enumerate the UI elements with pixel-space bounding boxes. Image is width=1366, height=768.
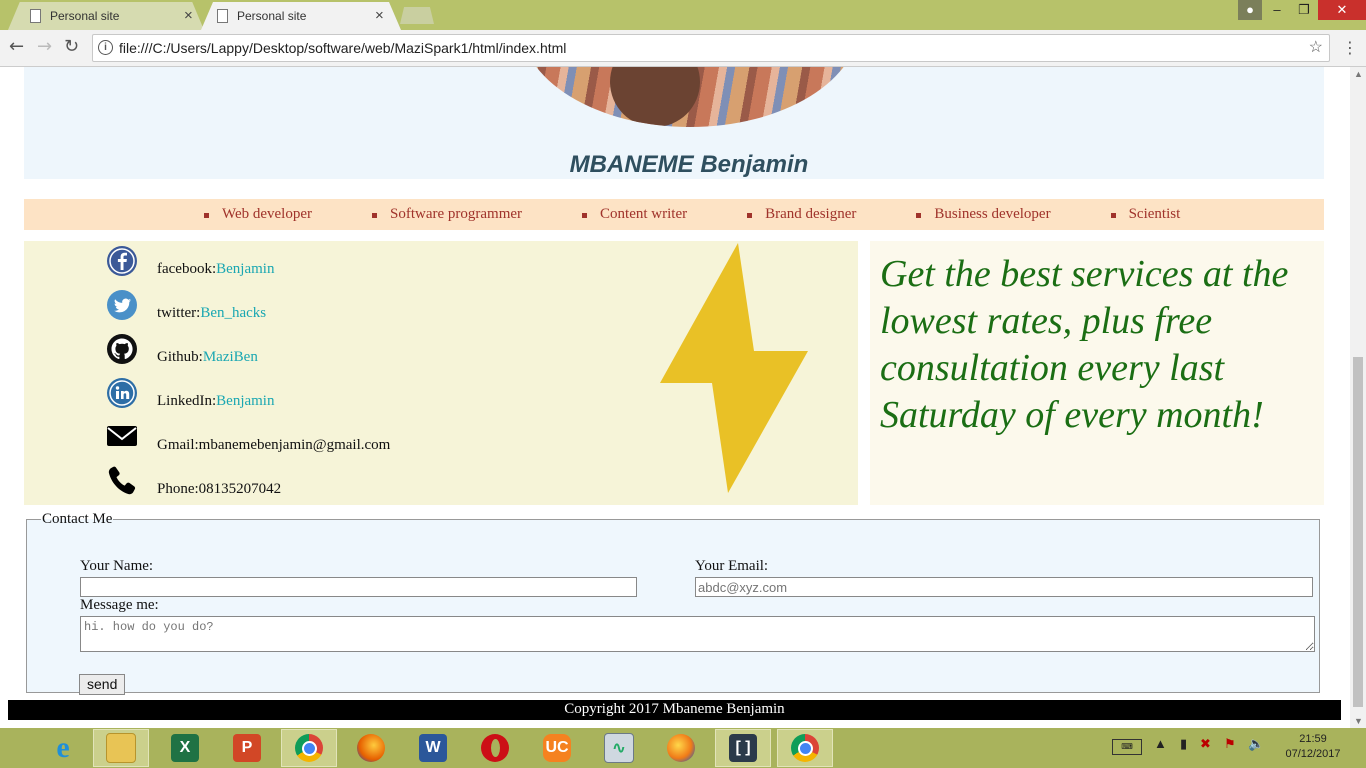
scroll-down-icon[interactable]: ▼ [1354, 716, 1363, 726]
opera-icon[interactable] [468, 730, 522, 766]
address-bar[interactable]: i file:///C:/Users/Lappy/Desktop/softwar… [92, 34, 1330, 62]
back-icon[interactable]: ← [9, 36, 24, 57]
browser-toolbar: ← → ↻ i file:///C:/Users/Lappy/Desktop/s… [0, 30, 1366, 67]
contact-label: LinkedIn: [157, 393, 217, 409]
contact-label: Phone: [157, 481, 199, 497]
clock-time: 21:59 [1299, 733, 1327, 745]
action-center-icon[interactable]: ⚑ [1224, 736, 1236, 752]
windows-taskbar: e X P W UC ∿ [ ] ⌨ ▲ ▮ ✖ ⚑ 🔈 21:59 07/12… [0, 728, 1366, 768]
taskbar-clock[interactable]: 21:59 07/12/2017 [1278, 732, 1348, 762]
message-label: Message me: [80, 597, 159, 613]
contact-label: twitter: [157, 305, 201, 321]
keyboard-icon[interactable]: ⌨ [1112, 739, 1142, 755]
close-tab-icon[interactable]: × [184, 7, 193, 24]
show-hidden-icons-icon[interactable]: ▲ [1154, 736, 1167, 751]
nav-item-brand-designer[interactable]: Brand designer [747, 206, 856, 223]
phone-value: 08135207042 [198, 481, 282, 497]
reload-icon[interactable]: ↻ [64, 36, 79, 57]
email-input[interactable] [695, 577, 1313, 597]
minimize-button[interactable]: – [1264, 0, 1290, 20]
task-manager-icon[interactable]: ∿ [592, 730, 646, 766]
nav-item-software-programmer[interactable]: Software programmer [372, 206, 522, 223]
tab-title: Personal site [50, 9, 120, 23]
phone-icon [108, 466, 136, 495]
promo-text: Get the best services at the lowest rate… [880, 253, 1289, 436]
contact-label: Gmail: [157, 437, 199, 453]
network-icon[interactable]: ✖ [1200, 736, 1211, 752]
contact-label: facebook: [157, 261, 217, 277]
promo-panel: Get the best services at the lowest rate… [870, 241, 1324, 505]
facebook-icon[interactable] [106, 245, 138, 277]
browser-tab-1[interactable]: Personal site × [8, 2, 204, 30]
scrollbar-thumb[interactable] [1353, 357, 1363, 707]
twitter-link[interactable]: Ben_hacks [200, 305, 266, 321]
github-link[interactable]: MaziBen [203, 349, 258, 365]
uc-browser-icon[interactable]: UC [530, 730, 584, 766]
gmail-value: mbanemebenjamin@gmail.com [198, 437, 391, 453]
linkedin-icon[interactable] [106, 377, 138, 409]
close-window-button[interactable]: ✕ [1318, 0, 1366, 20]
excel-icon[interactable]: X [158, 730, 212, 766]
nav-item-content-writer[interactable]: Content writer [582, 206, 687, 223]
twitter-icon[interactable] [106, 289, 138, 321]
contact-form-legend: Contact Me [42, 511, 113, 527]
file-explorer-icon[interactable] [93, 729, 149, 767]
profile-photo [520, 67, 860, 127]
volume-icon[interactable]: 🔈 [1248, 736, 1264, 752]
new-tab-button[interactable] [400, 7, 434, 24]
clock-date: 07/12/2017 [1285, 748, 1341, 760]
contacts-panel: facebook:Benjamin twitter:Ben_hacks Gith… [24, 241, 858, 505]
browser-menu-icon[interactable]: ⋮ [1342, 38, 1358, 57]
bookmark-star-icon[interactable]: ☆ [1309, 37, 1323, 57]
forward-icon[interactable]: → [37, 36, 52, 57]
url-text[interactable]: file:///C:/Users/Lappy/Desktop/software/… [119, 40, 566, 56]
page-header: MBANEME Benjamin [24, 67, 1324, 179]
nav-item-web-developer[interactable]: Web developer [204, 206, 312, 223]
contact-form: Contact Me Your Name: Your Email: Messag… [26, 511, 1320, 695]
firefox-icon[interactable] [344, 730, 398, 766]
page-title: MBANEME Benjamin [569, 151, 809, 178]
name-label: Your Name: [80, 558, 154, 574]
close-tab-icon[interactable]: × [375, 7, 384, 24]
info-icon[interactable]: i [98, 40, 113, 55]
scroll-up-icon[interactable]: ▲ [1354, 69, 1363, 79]
linkedin-link[interactable]: Benjamin [216, 393, 274, 409]
name-input[interactable] [80, 577, 637, 597]
battery-icon[interactable]: ▮ [1180, 736, 1187, 752]
browser-tab-strip: Personal site × Personal site × ● – ❐ ✕ [0, 0, 1366, 30]
internet-explorer-icon[interactable]: e [36, 730, 90, 766]
email-label: Your Email: [695, 558, 769, 574]
brackets-icon[interactable]: [ ] [715, 729, 771, 767]
contact-label: Github: [157, 349, 203, 365]
chrome-active-icon[interactable] [777, 729, 833, 767]
page-viewport: MBANEME Benjamin Web developer Software … [0, 67, 1350, 728]
user-icon[interactable]: ● [1238, 0, 1262, 20]
page-icon [217, 9, 228, 23]
tab-title: Personal site [237, 9, 307, 23]
vertical-scrollbar[interactable]: ▲ ▼ [1350, 67, 1366, 728]
page-icon [30, 9, 41, 23]
word-icon[interactable]: W [406, 730, 460, 766]
facebook-link[interactable]: Benjamin [216, 261, 274, 277]
restore-button[interactable]: ❐ [1290, 0, 1318, 20]
services-nav: Web developer Software programmer Conten… [24, 199, 1324, 230]
firefox-alt-icon[interactable] [654, 730, 708, 766]
chrome-icon[interactable] [281, 729, 337, 767]
lightning-bolt-icon [660, 243, 808, 493]
page-footer: Copyright 2017 Mbaneme Benjamin [8, 700, 1341, 720]
github-icon[interactable] [106, 333, 138, 365]
browser-tab-2[interactable]: Personal site × [201, 2, 401, 30]
send-button[interactable]: send [79, 674, 126, 695]
mail-icon [107, 426, 137, 446]
powerpoint-icon[interactable]: P [220, 730, 274, 766]
nav-item-business-developer[interactable]: Business developer [916, 206, 1051, 223]
message-textarea[interactable] [80, 616, 1315, 652]
nav-item-scientist[interactable]: Scientist [1110, 206, 1180, 223]
